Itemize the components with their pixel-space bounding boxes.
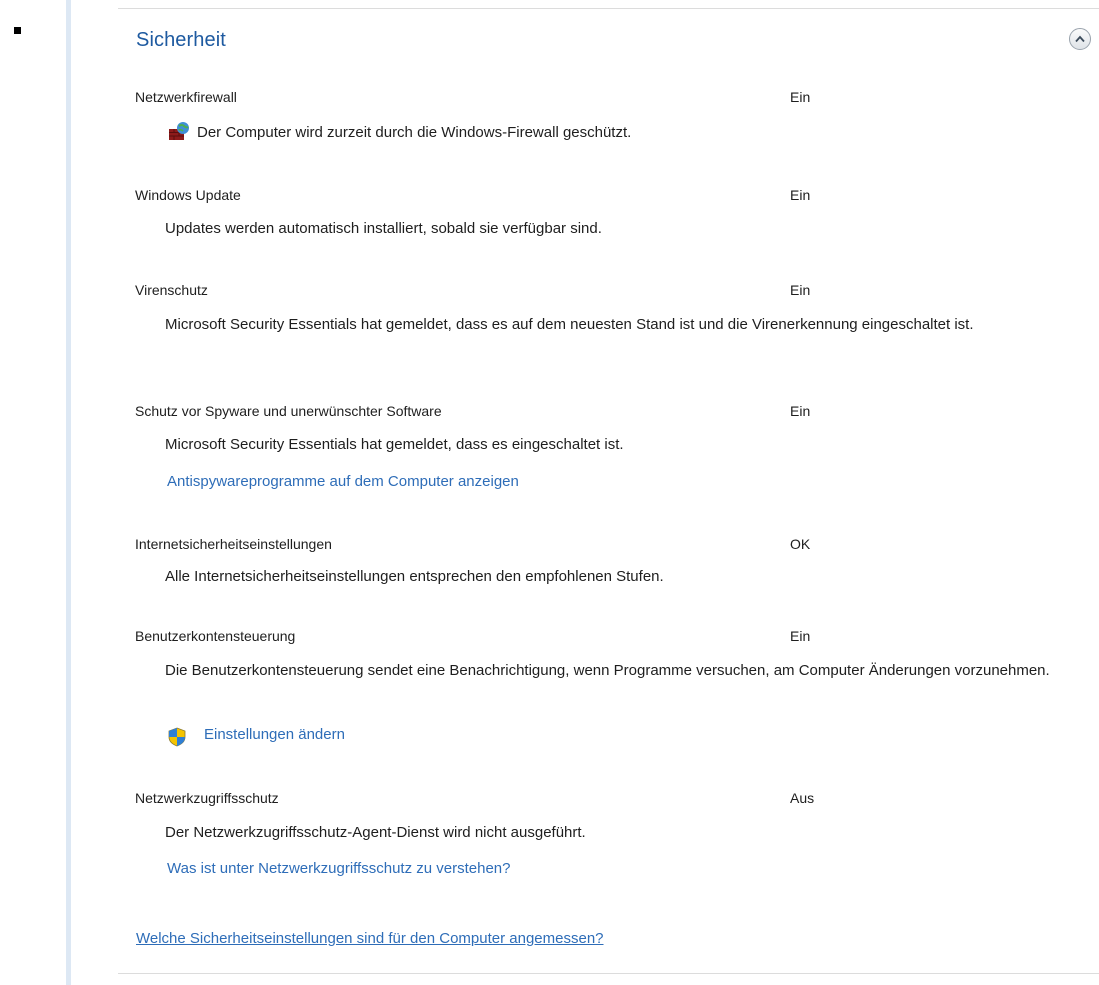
link-change-settings[interactable]: Einstellungen ändern <box>204 726 345 743</box>
link-what-is-nap[interactable]: Was ist unter Netzwerkzugriffsschutz zu … <box>167 860 510 877</box>
row-status-virenschutz: Ein <box>790 282 811 298</box>
firewall-icon <box>169 122 189 140</box>
bullet-marker <box>14 27 21 34</box>
row-title-spyware: Schutz vor Spyware und unerwünschter Sof… <box>135 403 442 419</box>
row-status-uac: Ein <box>790 628 811 644</box>
row-status-spyware: Ein <box>790 403 811 419</box>
chevron-up-icon <box>1075 35 1085 43</box>
row-desc-virenschutz: Microsoft Security Essentials hat gemeld… <box>165 316 974 333</box>
row-title-uac: Benutzerkontensteuerung <box>135 628 296 644</box>
collapse-button[interactable] <box>1069 28 1091 50</box>
security-panel: Sicherheit Netzwerkfirewall Ein Der Comp… <box>0 0 1099 985</box>
row-desc-spyware: Microsoft Security Essentials hat gemeld… <box>165 436 624 453</box>
row-status-netzwerkfirewall: Ein <box>790 89 811 105</box>
row-desc-netzwerkfirewall: Der Computer wird zurzeit durch die Wind… <box>197 124 632 141</box>
uac-shield-icon <box>168 727 186 747</box>
row-title-internet-security: Internetsicherheitseinstellungen <box>135 536 332 552</box>
section-title: Sicherheit <box>136 29 226 51</box>
section-divider-bottom <box>118 973 1099 974</box>
link-antispyware-programs[interactable]: Antispywareprogramme auf dem Computer an… <box>167 473 519 490</box>
row-desc-internet-security: Alle Internetsicherheitseinstellungen en… <box>165 568 664 585</box>
row-title-netzwerkfirewall: Netzwerkfirewall <box>135 89 237 105</box>
row-desc-uac: Die Benutzerkontensteuerung sendet eine … <box>165 662 1050 679</box>
row-title-nap: Netzwerkzugriffsschutz <box>135 790 279 806</box>
row-desc-nap: Der Netzwerkzugriffsschutz-Agent-Dienst … <box>165 824 586 841</box>
row-desc-windows-update: Updates werden automatisch installiert, … <box>165 220 602 237</box>
section-divider-top <box>118 8 1099 9</box>
row-status-internet-security: OK <box>790 536 811 552</box>
link-appropriate-security-settings[interactable]: Welche Sicherheitseinstellungen sind für… <box>136 930 604 947</box>
row-title-windows-update: Windows Update <box>135 187 241 203</box>
row-status-nap: Aus <box>790 790 815 806</box>
row-title-virenschutz: Virenschutz <box>135 282 208 298</box>
left-navigation-strip <box>66 0 71 985</box>
uac-settings-link-group[interactable]: Einstellungen ändern <box>167 726 407 748</box>
row-status-windows-update: Ein <box>790 187 811 203</box>
